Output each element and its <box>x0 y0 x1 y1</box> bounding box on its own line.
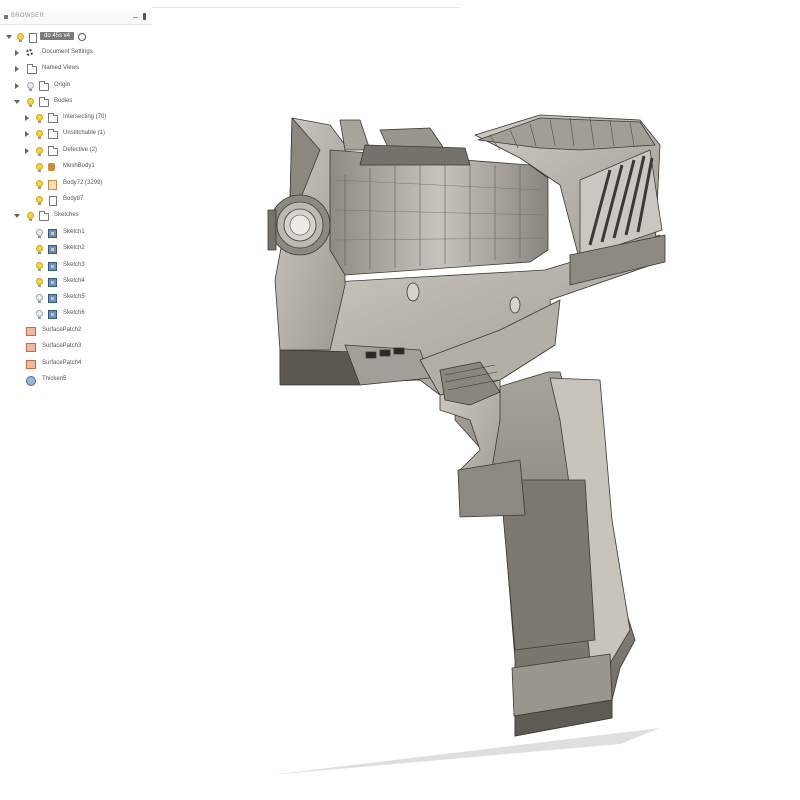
pistol-model[interactable] <box>267 114 666 737</box>
vent-slot <box>365 351 377 359</box>
vent-slot <box>393 347 405 355</box>
frame-pin <box>509 296 521 314</box>
frame-pin <box>406 282 420 302</box>
vent-slot <box>379 349 391 357</box>
muzzle-sight <box>267 209 277 251</box>
top-rib <box>359 144 471 166</box>
frame-front-dark <box>279 349 361 386</box>
trigger-well <box>457 459 526 518</box>
ground-shadow <box>270 728 660 775</box>
muzzle-bore-inner <box>289 214 311 236</box>
3d-viewport[interactable] <box>0 0 800 800</box>
